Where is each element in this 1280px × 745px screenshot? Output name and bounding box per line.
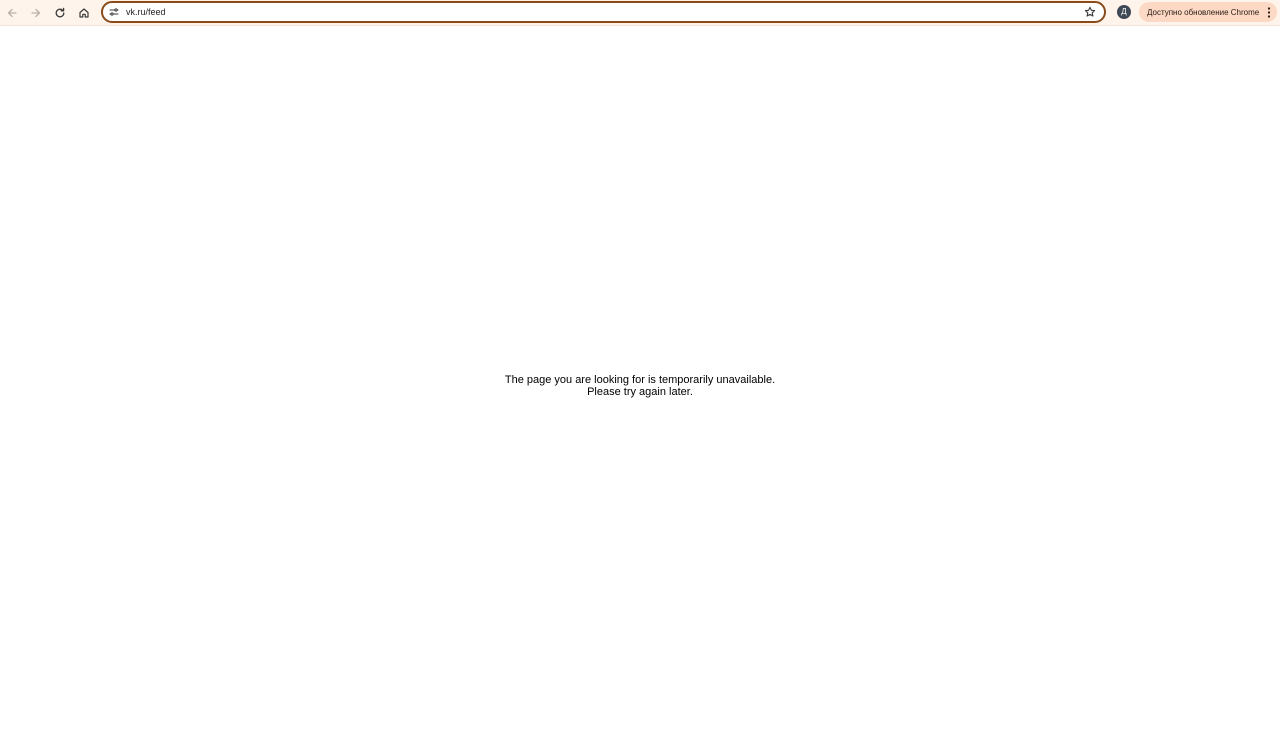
error-message-line1: The page you are looking for is temporar… (504, 374, 776, 386)
back-button[interactable] (2, 3, 22, 23)
error-message: The page you are looking for is temporar… (440, 374, 840, 398)
avatar[interactable]: Д (1117, 5, 1131, 19)
url-text[interactable]: vk.ru/feed (126, 3, 166, 21)
reload-icon (54, 7, 66, 19)
update-chrome-button[interactable]: Доступно обновление Chrome (1139, 2, 1277, 22)
update-label: Доступно обновление Chrome (1147, 7, 1260, 17)
forward-button[interactable] (26, 3, 46, 23)
address-bar[interactable]: vk.ru/feed (101, 1, 1106, 23)
arrow-left-icon (6, 7, 18, 19)
home-button[interactable] (74, 3, 94, 23)
page-content: The page you are looking for is temporar… (0, 27, 1280, 745)
star-icon[interactable] (1084, 6, 1096, 18)
reload-button[interactable] (50, 3, 70, 23)
error-message-line2: Please try again later. (587, 386, 693, 398)
browser-toolbar: vk.ru/feed Д Доступно обновление Chrome (0, 0, 1280, 26)
arrow-right-icon (30, 7, 42, 19)
kebab-menu-icon[interactable] (1266, 6, 1272, 18)
tune-icon[interactable] (108, 6, 120, 18)
home-icon (78, 7, 90, 19)
